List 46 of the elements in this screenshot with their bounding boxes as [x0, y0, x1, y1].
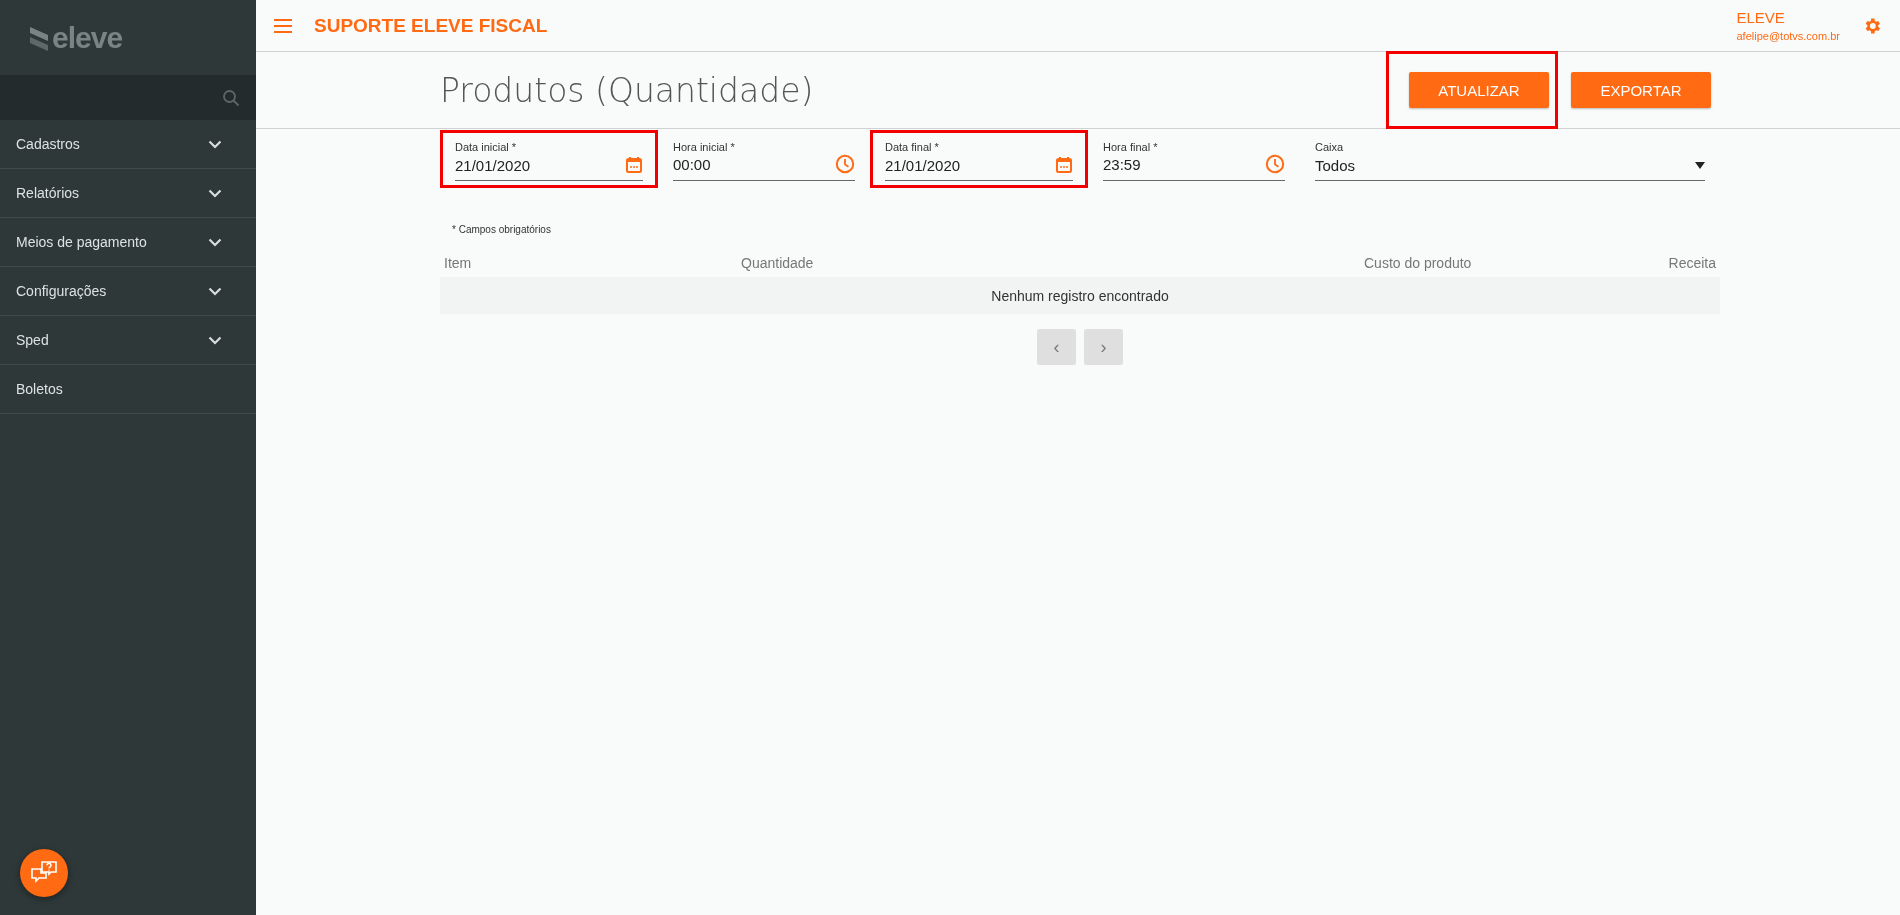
field-value: Todos — [1315, 157, 1356, 174]
chevron-down-icon — [208, 237, 222, 247]
chevron-down-icon — [208, 286, 222, 296]
required-fields-note: * Campos obrigatórios — [452, 224, 552, 235]
clock-icon[interactable] — [835, 154, 855, 174]
menu-icon[interactable] — [274, 18, 292, 33]
column-header: Item — [444, 255, 473, 271]
sidebar-item[interactable]: Relatórios — [0, 169, 256, 218]
search-icon[interactable] — [222, 88, 240, 107]
input-field[interactable]: Caixa Todos — [1315, 133, 1705, 181]
clock-icon[interactable] — [1265, 154, 1285, 174]
field-value: 21/01/2020 — [885, 156, 961, 174]
field-label: Hora inicial * — [673, 141, 736, 153]
logo: eleve — [28, 20, 123, 55]
empty-table-message: Nenhum registro encontrado — [440, 277, 1720, 314]
sidebar-item[interactable]: Configurações — [0, 267, 256, 316]
app-title: SUPORTE ELEVE FISCAL — [314, 14, 549, 37]
field-label: Data final * — [885, 141, 940, 153]
input-field[interactable]: Data inicial * 21/01/2020 — [455, 133, 643, 181]
input-field[interactable]: Hora final * 23:59 — [1103, 133, 1285, 181]
column-header: Custo do produto — [1364, 255, 1473, 271]
sidebar-item[interactable]: Sped — [0, 316, 256, 365]
user-name: ELEVE — [1736, 9, 1786, 26]
user-email: afelipe@totvs.com.br — [1736, 30, 1840, 42]
chevron-down-icon — [208, 335, 222, 345]
sidebar-item[interactable]: Boletos — [0, 365, 256, 414]
field-value: 23:59 — [1103, 155, 1141, 173]
dropdown-arrow-icon[interactable] — [1695, 162, 1705, 169]
chevron-down-icon — [208, 139, 222, 149]
column-header: Quantidade — [741, 255, 815, 271]
field-label: Hora final * — [1103, 141, 1159, 153]
input-field[interactable]: Hora inicial * 00:00 — [673, 133, 855, 181]
page-title: Produtos (Quantidade) — [440, 70, 815, 110]
input-field[interactable]: Data final * 21/01/2020 — [885, 133, 1073, 181]
sidebar-item[interactable]: Meios de pagamento — [0, 218, 256, 267]
calendar-icon[interactable] — [1055, 156, 1073, 174]
field-value: 00:00 — [673, 155, 711, 173]
calendar-icon[interactable] — [625, 156, 643, 174]
chat-help-button[interactable] — [20, 849, 68, 897]
field-value: 21/01/2020 — [455, 156, 531, 174]
column-header: Receita — [1667, 255, 1716, 271]
field-label: Caixa — [1315, 141, 1345, 153]
sidebar-item[interactable]: Cadastros — [0, 120, 256, 169]
field-label: Data inicial * — [455, 141, 518, 153]
chat-question-icon — [30, 860, 58, 886]
chevron-down-icon — [208, 188, 222, 198]
